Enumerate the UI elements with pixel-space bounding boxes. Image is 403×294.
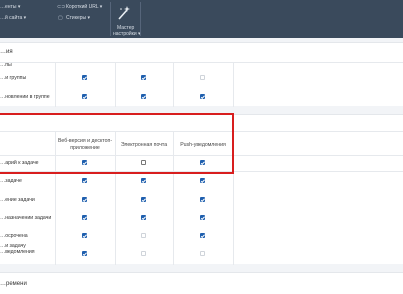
checkbox-web[interactable] [82, 251, 87, 256]
checkbox-push[interactable] [200, 233, 205, 238]
magic-wand-icon[interactable] [117, 5, 131, 21]
checkbox-web[interactable] [82, 197, 87, 202]
checkbox-email[interactable] [141, 197, 146, 202]
checkbox-push [200, 75, 205, 80]
checkbox-web[interactable] [82, 178, 87, 183]
stickers-button[interactable]: Стикеры ▾ [66, 15, 90, 21]
link-icon: ⊂⊃ [57, 4, 66, 10]
checkbox-email [141, 251, 146, 256]
checkbox-email[interactable] [141, 94, 146, 99]
top-toolbar: …енты ▾ …й сайта ▾ ⊂⊃ Короткий URL ▾ ▢ С… [0, 0, 403, 38]
checkbox-push[interactable] [200, 94, 205, 99]
toolbar-item-2[interactable]: …й сайта ▾ [0, 15, 26, 21]
sticker-icon: ▢ [58, 15, 63, 21]
settings-panel-top: …ия …пы …и группы …новлении в группе [0, 42, 403, 107]
section-title: …ия [0, 49, 13, 55]
column-divider [173, 62, 174, 107]
toolbar-item-1[interactable]: …енты ▾ [0, 4, 20, 10]
highlight-frame [0, 113, 234, 174]
row-label: …и группы [0, 75, 27, 81]
row-label: …новлении в группе [0, 94, 50, 100]
row-label: …пы [0, 62, 12, 68]
checkbox-email[interactable] [141, 215, 146, 220]
wizard-label-sub[interactable]: настройки ▾ [113, 31, 141, 37]
column-divider [115, 62, 116, 107]
checkbox-email[interactable] [141, 75, 146, 80]
toolbar-separator [140, 2, 141, 36]
column-divider [55, 62, 56, 107]
checkbox-push [200, 251, 205, 256]
row-label: …осрочена [0, 233, 28, 239]
column-divider [233, 62, 234, 107]
checkbox-web[interactable] [82, 233, 87, 238]
checkbox-web[interactable] [82, 75, 87, 80]
checkbox-web[interactable] [82, 215, 87, 220]
row-label: …назначении задачи [0, 215, 52, 221]
row-label: …ение задачи [0, 197, 35, 203]
row-label: …и задачу …ведомления [0, 243, 35, 255]
row-label: …задаче [0, 178, 22, 184]
toolbar-separator [110, 2, 111, 36]
checkbox-push[interactable] [200, 197, 205, 202]
checkbox-email [141, 233, 146, 238]
short-url-button[interactable]: Короткий URL ▾ [66, 4, 102, 10]
checkbox-push[interactable] [200, 215, 205, 220]
section-title: …ремени [0, 281, 27, 287]
divider [0, 62, 403, 63]
checkbox-web[interactable] [82, 94, 87, 99]
settings-panel-bottom: …ремени [0, 272, 403, 294]
checkbox-email[interactable] [141, 178, 146, 183]
checkbox-push[interactable] [200, 178, 205, 183]
